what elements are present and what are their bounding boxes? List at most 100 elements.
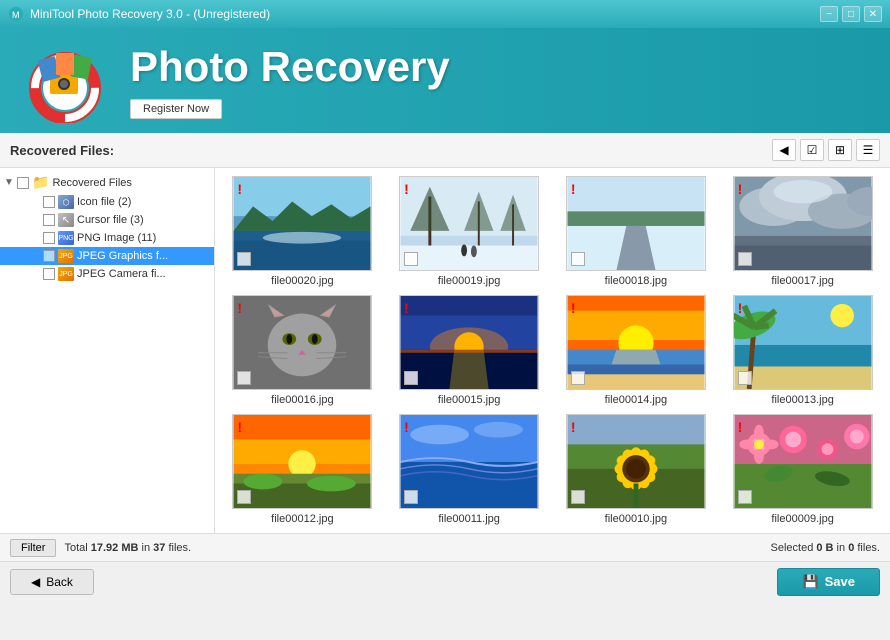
list-item: ! file00018.jpg [557,176,716,287]
tree-root[interactable]: ▼ 📁 Recovered Files [0,172,214,193]
photo-filename: file00013.jpg [771,394,833,406]
view-large-button[interactable]: ⊞ [828,139,852,161]
thumbnail-image [734,296,872,389]
minimize-button[interactable]: − [820,6,838,22]
thumbnail-image [233,177,371,270]
header-text: Photo Recovery Register Now [130,43,450,119]
warning-icon: ! [571,300,576,316]
root-label: Recovered Files [52,177,131,189]
photo-filename: file00012.jpg [271,513,333,525]
photo-select-checkbox[interactable] [404,252,418,266]
view-list-button[interactable]: ☰ [856,139,880,161]
photo-select-checkbox[interactable] [738,252,752,266]
window-controls: − □ ✕ [820,6,882,22]
sidebar-item-jpeg-camera[interactable]: JPG JPEG Camera fi... [0,265,214,283]
app-name: Photo Recovery [130,43,450,91]
thumbnail-image [734,415,872,508]
photo-thumbnail-wrap: ! [566,295,706,390]
warning-icon: ! [738,419,743,435]
content-area: ▼ 📁 Recovered Files ⬡ Icon file (2) ↖ Cu… [0,168,890,533]
photo-select-checkbox[interactable] [237,371,251,385]
thumbnail-image [567,296,705,389]
photo-thumbnail-wrap: ! [399,295,539,390]
register-button[interactable]: Register Now [130,99,222,119]
back-label: Back [46,575,73,589]
thumbnail-image [567,415,705,508]
icon-file-label: Icon file (2) [77,196,131,208]
save-icon: 💾 [802,574,818,590]
jpeg-camera-icon: JPG [58,267,74,281]
warning-icon: ! [404,300,409,316]
photo-grid: ! file00020.jpg [219,172,886,529]
app-title: MiniTool Photo Recovery 3.0 - (Unregiste… [30,7,820,21]
jpeg-graphics-icon: JPG [58,249,74,263]
main-toolbar: Recovered Files: ◀ ☑ ⊞ ☰ [0,133,890,168]
sidebar-item-icon-file[interactable]: ⬡ Icon file (2) [0,193,214,211]
photo-filename: file00019.jpg [438,275,500,287]
photo-select-checkbox[interactable] [404,371,418,385]
photo-thumbnail-wrap: ! [733,176,873,271]
warning-icon: ! [404,419,409,435]
toolbar-icons: ◀ ☑ ⊞ ☰ [772,139,880,161]
maximize-button[interactable]: □ [842,6,860,22]
back-nav-button[interactable]: ◀ [772,139,796,161]
thumbnail-image [400,177,538,270]
jpeg-graphics-label: JPEG Graphics f... [77,250,168,262]
photo-select-checkbox[interactable] [571,252,585,266]
photo-select-checkbox[interactable] [738,371,752,385]
list-item: ! file00010.jpg [557,414,716,525]
warning-icon: ! [738,300,743,316]
list-item: ! file00020.jpg [223,176,382,287]
png-checkbox[interactable] [43,232,55,244]
photo-thumbnail-wrap: ! [566,176,706,271]
sidebar-item-jpeg-graphics[interactable]: JPG JPEG Graphics f... [0,247,214,265]
back-arrow-icon: ◀ [31,575,40,589]
warning-icon: ! [571,419,576,435]
back-button[interactable]: ◀ Back [10,569,94,595]
photo-filename: file00017.jpg [771,275,833,287]
status-selected-text: Selected 0 B in 0 files. [771,542,881,554]
photo-thumbnail-wrap: ! [733,414,873,509]
save-button[interactable]: 💾 Save [777,568,880,596]
photo-filename: file00009.jpg [771,513,833,525]
thumbnail-image [734,177,872,270]
warning-icon: ! [237,419,242,435]
photo-thumbnail-wrap: ! [733,295,873,390]
jpeg-graphics-checkbox[interactable] [43,250,55,262]
photo-select-checkbox[interactable] [571,371,585,385]
warning-icon: ! [237,181,242,197]
icon-file-icon: ⬡ [58,195,74,209]
photo-filename: file00016.jpg [271,394,333,406]
close-button[interactable]: ✕ [864,6,882,22]
cursor-file-icon: ↖ [58,213,74,227]
warning-icon: ! [237,300,242,316]
photo-select-checkbox[interactable] [571,490,585,504]
jpeg-camera-label: JPEG Camera fi... [77,268,166,280]
photo-filename: file00020.jpg [271,275,333,287]
filter-button[interactable]: Filter [10,539,56,557]
bottom-bar: ◀ Back 💾 Save [0,561,890,601]
list-item: ! file00017.jpg [723,176,882,287]
photo-select-checkbox[interactable] [237,252,251,266]
icon-file-checkbox[interactable] [43,196,55,208]
list-item: ! file00009.jpg [723,414,882,525]
photo-grid-area[interactable]: ! file00020.jpg [215,168,890,533]
sidebar-item-png-image[interactable]: PNG PNG Image (11) [0,229,214,247]
title-bar: M MiniTool Photo Recovery 3.0 - (Unregis… [0,0,890,28]
list-item: ! file00015.jpg [390,295,549,406]
photo-thumbnail-wrap: ! [566,414,706,509]
photo-thumbnail-wrap: ! [232,295,372,390]
jpeg-camera-checkbox[interactable] [43,268,55,280]
photo-select-checkbox[interactable] [404,490,418,504]
save-label: Save [825,574,855,589]
root-checkbox[interactable] [17,177,29,189]
toolbar-title: Recovered Files: [10,143,114,158]
cursor-file-checkbox[interactable] [43,214,55,226]
png-label: PNG Image (11) [77,232,156,244]
check-button[interactable]: ☑ [800,139,824,161]
photo-select-checkbox[interactable] [738,490,752,504]
photo-filename: file00011.jpg [438,513,500,525]
thumbnail-image [567,177,705,270]
photo-select-checkbox[interactable] [237,490,251,504]
sidebar-item-cursor-file[interactable]: ↖ Cursor file (3) [0,211,214,229]
